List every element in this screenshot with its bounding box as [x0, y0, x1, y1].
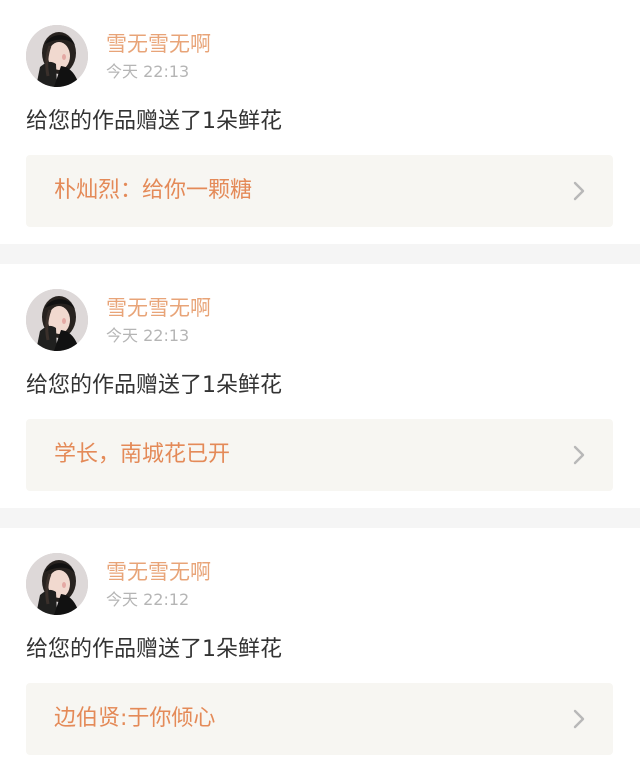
user-avatar[interactable] [26, 553, 88, 615]
work-title: 学长，南城花已开 [54, 442, 231, 467]
user-name[interactable]: 雪无雪无啊 [106, 295, 211, 321]
notification-time: 今天 22:13 [106, 326, 190, 345]
work-title: 朴灿烈：给你一颗糖 [54, 178, 253, 203]
user-avatar[interactable] [26, 25, 88, 87]
gift-message: 给您的作品赠送了1朵鲜花 [26, 373, 282, 398]
chevron-right-icon [573, 445, 585, 465]
user-avatar[interactable] [26, 289, 88, 351]
chevron-right-icon [573, 181, 585, 201]
work-link[interactable]: 边伯贤:于你倾心 [26, 683, 613, 755]
work-link[interactable]: 朴灿烈：给你一颗糖 [26, 155, 613, 227]
work-link[interactable]: 学长，南城花已开 [26, 419, 613, 491]
gift-message: 给您的作品赠送了1朵鲜花 [26, 637, 282, 662]
notification-time: 今天 22:13 [106, 62, 190, 81]
user-name[interactable]: 雪无雪无啊 [106, 31, 211, 57]
gift-message: 给您的作品赠送了1朵鲜花 [26, 109, 282, 134]
user-name[interactable]: 雪无雪无啊 [106, 559, 211, 585]
notification-card: 雪无雪无啊 今天 22:12 给您的作品赠送了1朵鲜花 边伯贤:于你倾心 [0, 528, 640, 776]
chevron-right-icon [573, 709, 585, 729]
work-title: 边伯贤:于你倾心 [54, 706, 216, 731]
notification-card: 雪无雪无啊 今天 22:13 给您的作品赠送了1朵鲜花 朴灿烈：给你一颗糖 [0, 0, 640, 244]
notification-time: 今天 22:12 [106, 590, 190, 609]
notification-feed: 雪无雪无啊 今天 22:13 给您的作品赠送了1朵鲜花 朴灿烈：给你一颗糖 雪无… [0, 0, 640, 776]
notification-card: 雪无雪无啊 今天 22:13 给您的作品赠送了1朵鲜花 学长，南城花已开 [0, 264, 640, 508]
